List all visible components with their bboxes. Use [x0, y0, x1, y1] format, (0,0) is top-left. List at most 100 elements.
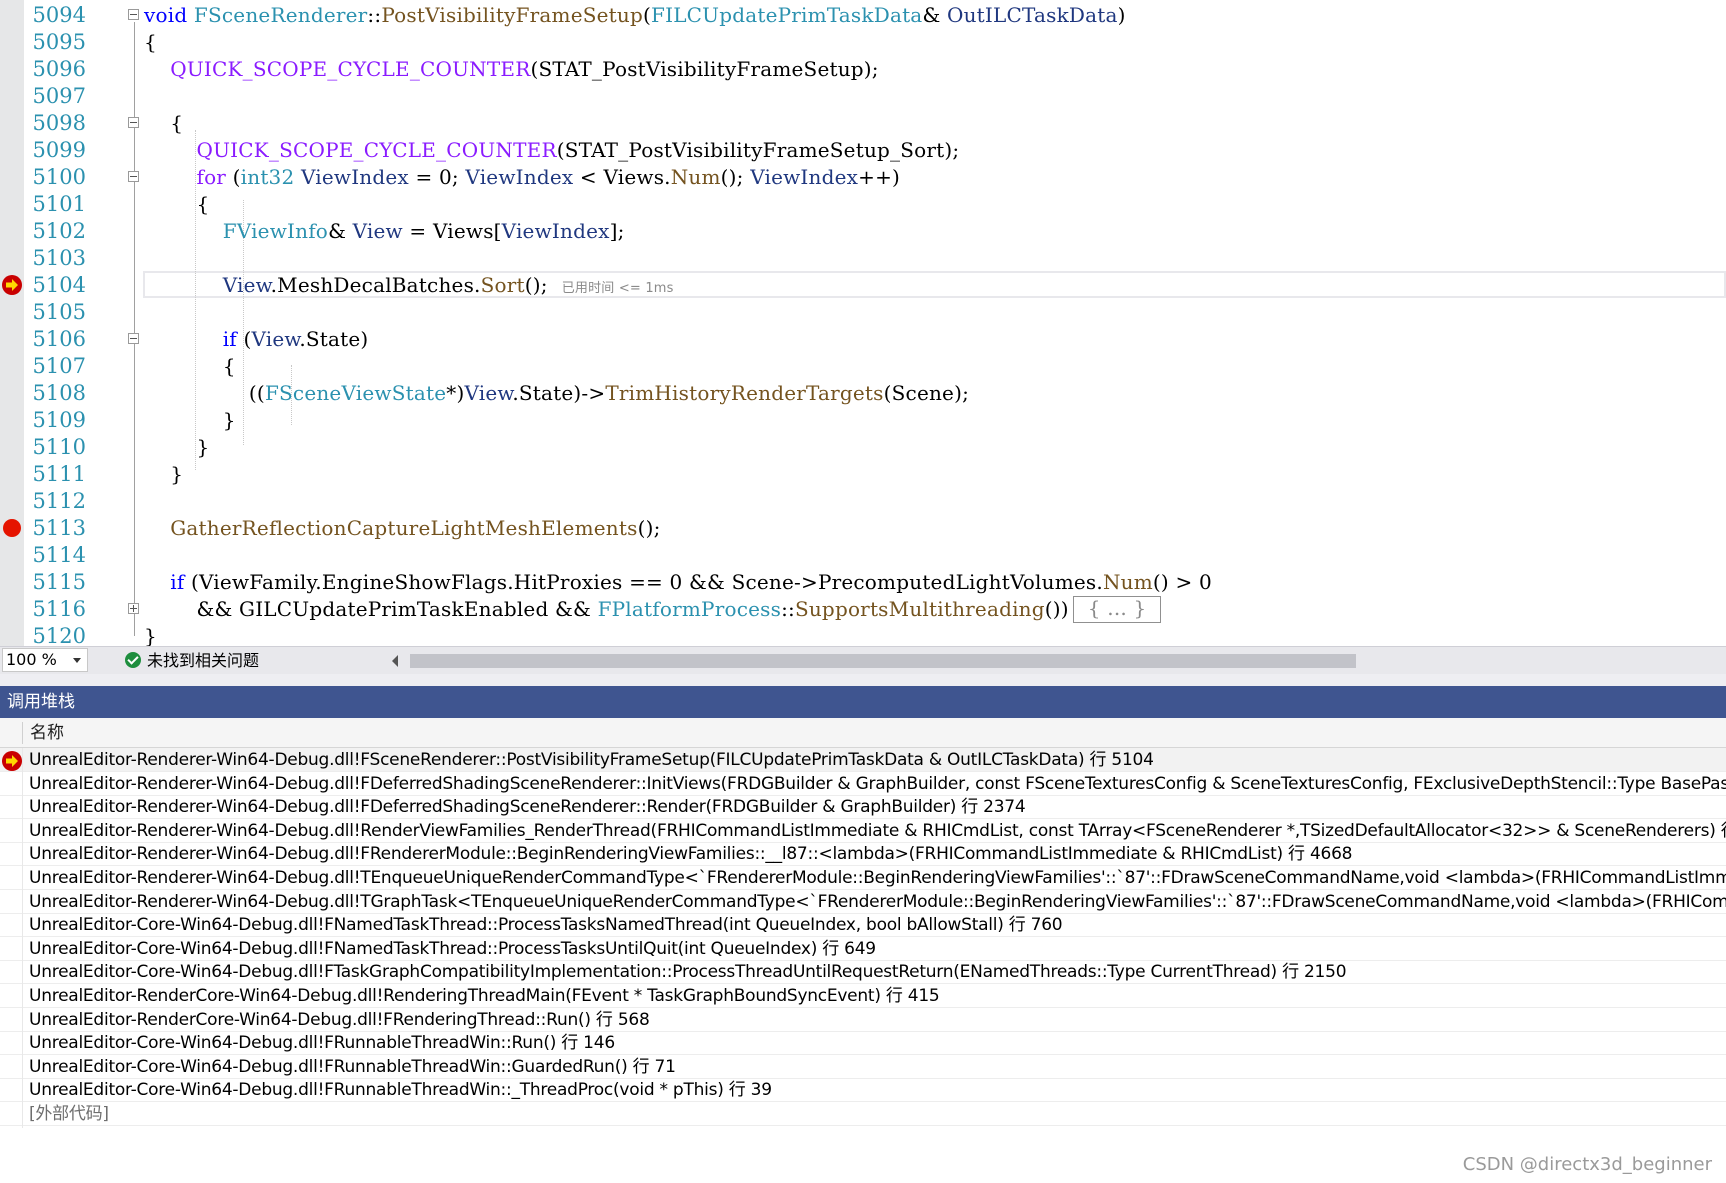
code-text: void FSceneRenderer::PostVisibilityFrame… [144, 3, 1126, 27]
code-line[interactable]: 5110 } [0, 434, 1726, 461]
code-text: View.MeshDecalBatches.Sort(); 已用时间 <= 1ms [222, 273, 674, 297]
code-line[interactable]: 5107 { [0, 353, 1726, 380]
line-number: 5094 [32, 3, 86, 27]
stack-frame-current[interactable]: UnrealEditor-Renderer-Win64-Debug.dll!FS… [0, 748, 1726, 774]
expand-icon[interactable] [128, 603, 139, 614]
watermark: CSDN @directx3d_beginner [1462, 1154, 1712, 1175]
stack-frame[interactable]: UnrealEditor-Renderer-Win64-Debug.dll!FR… [0, 842, 1726, 869]
line-number: 5109 [32, 408, 86, 432]
stack-frame[interactable]: UnrealEditor-Renderer-Win64-Debug.dll!Re… [0, 818, 1726, 845]
row-gutter [22, 960, 23, 987]
fold-icon[interactable] [128, 333, 139, 344]
zoom-value: 100 % [6, 650, 57, 669]
stack-frame-text: UnrealEditor-RenderCore-Win64-Debug.dll!… [29, 986, 940, 1006]
code-text: QUICK_SCOPE_CYCLE_COUNTER(STAT_PostVisib… [196, 138, 960, 162]
panel-title[interactable]: 调用堆栈 [0, 686, 1726, 718]
call-stack-panel: 调用堆栈 名称 UnrealEditor-Renderer-Win64-Debu… [0, 674, 1726, 1183]
stack-frame[interactable]: UnrealEditor-Core-Win64-Debug.dll!FRunna… [0, 1078, 1726, 1105]
stack-frame[interactable]: UnrealEditor-Renderer-Win64-Debug.dll!TG… [0, 889, 1726, 916]
stack-frame[interactable]: UnrealEditor-RenderCore-Win64-Debug.dll!… [0, 984, 1726, 1010]
code-line[interactable]: 5106 if (View.State) [0, 326, 1726, 353]
editor-status-bar: 100 % 未找到相关问题 [0, 646, 1726, 674]
issues-indicator[interactable]: 未找到相关问题 [125, 649, 259, 673]
collapsed-block[interactable]: { ... } [1072, 596, 1162, 623]
chevron-down-icon [73, 658, 81, 663]
row-gutter [22, 889, 23, 916]
row-gutter [22, 1031, 23, 1058]
code-line[interactable]: 5102 FViewInfo& View = Views[ViewIndex]; [0, 218, 1726, 245]
stack-frame-text: UnrealEditor-Renderer-Win64-Debug.dll!FD… [29, 797, 1026, 818]
code-line[interactable]: 5098 { [0, 110, 1726, 137]
code-line[interactable]: 5100 for (int32 ViewIndex = 0; ViewIndex… [0, 164, 1726, 191]
code-line[interactable]: 5108 ((FSceneViewState*)View.State)->Tri… [0, 380, 1726, 407]
code-text: GatherReflectionCaptureLightMeshElements… [170, 516, 661, 540]
code-text: } [144, 624, 157, 646]
row-gutter [22, 842, 23, 869]
line-number: 5120 [32, 624, 86, 646]
code-text: } [144, 408, 236, 432]
code-text: if (View.State) [222, 327, 369, 351]
code-text: FViewInfo& View = Views[ViewIndex]; [222, 219, 625, 243]
horizontal-scrollbar-thumb[interactable] [410, 654, 1356, 668]
code-line-current[interactable]: 5104 View.MeshDecalBatches.Sort(); 已用时间 <… [0, 272, 1726, 299]
stack-frame[interactable]: UnrealEditor-Core-Win64-Debug.dll!FTaskG… [0, 960, 1726, 987]
code-line[interactable]: 5120 } [0, 623, 1726, 646]
code-line[interactable]: 5114 [0, 542, 1726, 569]
scroll-left-icon[interactable] [392, 655, 398, 667]
column-header-name[interactable]: 名称 [30, 718, 64, 748]
code-editor[interactable]: 5094 void FSceneRenderer::PostVisibility… [0, 0, 1726, 646]
row-gutter [22, 795, 23, 822]
code-line[interactable]: 5112 [0, 488, 1726, 515]
line-number: 5097 [32, 84, 86, 108]
code-text: for (int32 ViewIndex = 0; ViewIndex < Vi… [196, 165, 901, 189]
code-text: && GILCUpdatePrimTaskEnabled && FPlatfor… [144, 596, 1162, 623]
code-line[interactable]: 5116 && GILCUpdatePrimTaskEnabled && FPl… [0, 596, 1726, 623]
stack-frame[interactable]: UnrealEditor-Renderer-Win64-Debug.dll!FD… [0, 795, 1726, 822]
stack-frame[interactable]: UnrealEditor-Core-Win64-Debug.dll!FNamed… [0, 936, 1726, 963]
fold-icon[interactable] [128, 117, 139, 128]
fold-icon[interactable] [128, 9, 139, 20]
code-line[interactable]: 5109 } [0, 407, 1726, 434]
stack-frame-text: [外部代码] [29, 1104, 109, 1124]
row-gutter [22, 913, 23, 940]
stack-frame[interactable]: UnrealEditor-Core-Win64-Debug.dll!FNamed… [0, 913, 1726, 940]
column-divider[interactable] [22, 722, 23, 744]
code-line[interactable]: 5105 [0, 299, 1726, 326]
row-gutter [22, 748, 23, 774]
stack-frame[interactable]: UnrealEditor-Renderer-Win64-Debug.dll!FD… [0, 771, 1726, 798]
no-issues-icon [125, 652, 141, 668]
stack-frame[interactable]: [外部代码] [0, 1102, 1726, 1128]
zoom-dropdown[interactable]: 100 % [2, 648, 88, 672]
code-line[interactable]: 5097 [0, 83, 1726, 110]
breakpoint-icon[interactable] [3, 519, 21, 537]
line-number: 5112 [32, 489, 86, 513]
code-line[interactable]: 5099 QUICK_SCOPE_CYCLE_COUNTER(STAT_Post… [0, 137, 1726, 164]
elapsed-time-hint: 已用时间 <= 1ms [561, 281, 674, 296]
code-line[interactable]: 5111 } [0, 461, 1726, 488]
row-gutter [22, 1007, 23, 1034]
stack-frame[interactable]: UnrealEditor-Renderer-Win64-Debug.dll!TE… [0, 866, 1726, 892]
line-number: 5110 [32, 435, 86, 459]
code-line[interactable]: 5096 QUICK_SCOPE_CYCLE_COUNTER(STAT_Post… [0, 56, 1726, 83]
panel-splitter[interactable] [0, 674, 1726, 686]
stack-frame-text: UnrealEditor-Renderer-Win64-Debug.dll!Re… [29, 820, 1726, 841]
line-number: 5108 [32, 381, 86, 405]
line-number: 5101 [32, 192, 86, 216]
row-gutter [22, 1102, 23, 1128]
stack-frame[interactable]: UnrealEditor-Core-Win64-Debug.dll!FRunna… [0, 1031, 1726, 1058]
code-line[interactable]: 5103 [0, 245, 1726, 272]
code-line[interactable]: 5101 { [0, 191, 1726, 218]
code-line[interactable]: 5094 void FSceneRenderer::PostVisibility… [0, 2, 1726, 29]
line-number: 5105 [32, 300, 86, 324]
code-line-breakpoint[interactable]: 5113 GatherReflectionCaptureLightMeshEle… [0, 515, 1726, 542]
code-text: if (ViewFamily.EngineShowFlags.HitProxie… [170, 570, 1212, 594]
code-line[interactable]: 5115 if (ViewFamily.EngineShowFlags.HitP… [0, 569, 1726, 596]
code-text: ((FSceneViewState*)View.State)->TrimHist… [144, 381, 970, 405]
code-text: { [144, 192, 210, 216]
line-number: 5113 [32, 516, 86, 540]
fold-icon[interactable] [128, 171, 139, 182]
row-gutter [22, 936, 23, 963]
stack-frame[interactable]: UnrealEditor-RenderCore-Win64-Debug.dll!… [0, 1007, 1726, 1034]
code-line[interactable]: 5095 { [0, 29, 1726, 56]
stack-frame[interactable]: UnrealEditor-Core-Win64-Debug.dll!FRunna… [0, 1054, 1726, 1081]
